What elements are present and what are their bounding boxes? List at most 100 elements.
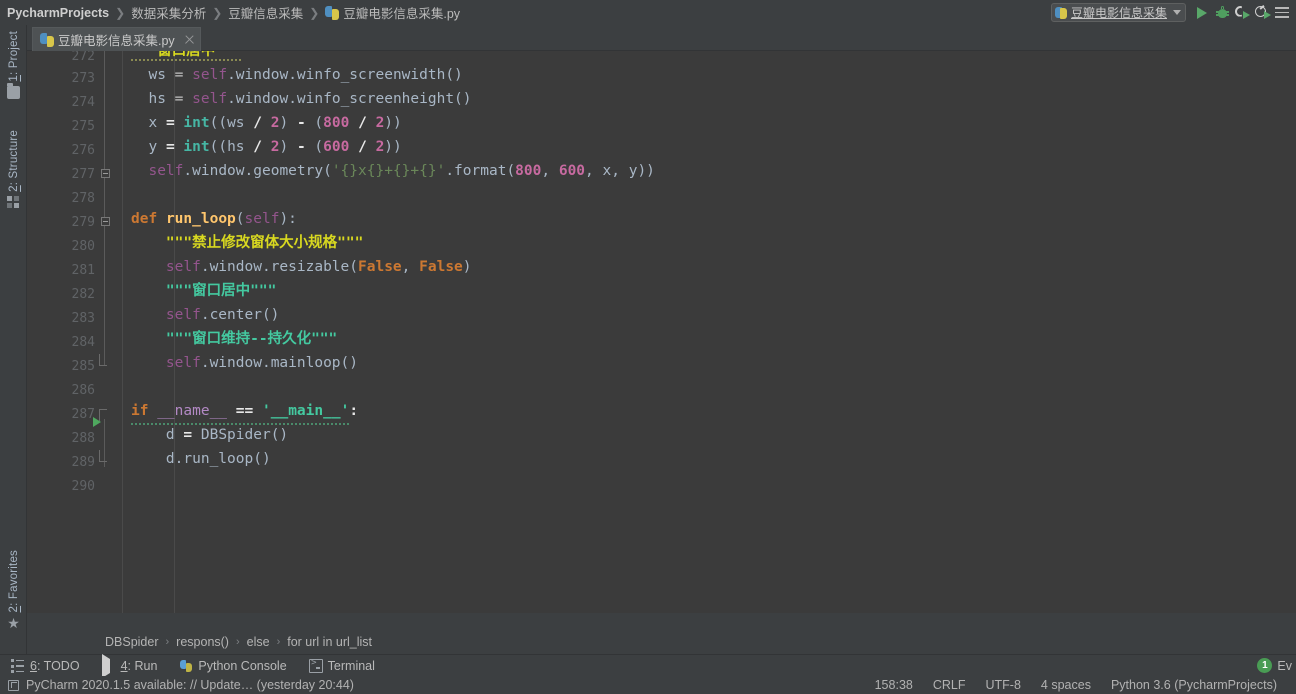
- tool-window-run-label: 4: Run: [120, 658, 158, 673]
- line-number: 279: [71, 215, 95, 230]
- event-log-badge: 1: [1257, 658, 1273, 673]
- breadcrumb-separator: ❯: [115, 5, 126, 20]
- code-token-method-call: d.run_loop(): [165, 451, 271, 467]
- tool-window-todo[interactable]: 6: TODO: [0, 655, 91, 677]
- breadcrumb-item-project-root[interactable]: PycharmProjects: [7, 6, 109, 20]
- code-line-285: self.window.mainloop(): [165, 355, 359, 371]
- widget-toggle-icon[interactable]: [8, 679, 19, 691]
- gutter-separator: [122, 51, 123, 613]
- line-number: 286: [71, 383, 95, 398]
- code-token-method: winfo_screenheight(): [296, 91, 472, 107]
- code-line-273: ws = self.window.winfo_screenwidth(): [148, 67, 463, 83]
- editor-gutter[interactable]: 272 273 274 275 276 277 278 279 280 281 …: [27, 51, 110, 613]
- close-icon[interactable]: [183, 33, 196, 46]
- pycharm-window: PycharmProjects ❯ 数据采集分析 ❯ 豆瓣信息采集 ❯ 豆瓣电影…: [0, 0, 1296, 694]
- sidebar-item-favorites-label: 2: Favorites: [7, 550, 20, 613]
- breadcrumb-separator: ›: [235, 635, 240, 648]
- line-number: 283: [71, 311, 95, 326]
- code-editor[interactable]: 272 273 274 275 276 277 278 279 280 281 …: [27, 51, 1296, 613]
- status-bar-message-area[interactable]: PyCharm 2020.1.5 available: // Update… (…: [0, 678, 354, 692]
- code-token-var: hs: [148, 91, 166, 107]
- status-bar: PyCharm 2020.1.5 available: // Update… (…: [0, 676, 1296, 694]
- sidebar-item-structure[interactable]: 2: Structure: [0, 130, 27, 213]
- breadcrumb-item-file[interactable]: 豆瓣电影信息采集.py: [325, 3, 460, 22]
- code-token-self: self: [192, 91, 228, 107]
- code-token-self: self: [148, 163, 184, 179]
- line-number: 284: [71, 335, 95, 350]
- breadcrumb-else[interactable]: else: [247, 635, 270, 649]
- run-with-coverage-button[interactable]: [1252, 3, 1272, 23]
- code-content[interactable]: """窗口居中""" ws = self.window.winfo_screen…: [131, 51, 1296, 613]
- code-token-number: 800: [323, 115, 350, 131]
- status-file-encoding[interactable]: UTF-8: [976, 678, 1031, 692]
- code-token-attr: window: [192, 163, 245, 179]
- sidebar-item-favorites[interactable]: 2: Favorites ★: [0, 550, 27, 634]
- code-token-method: geometry: [253, 163, 324, 179]
- fold-collapse-marker[interactable]: [98, 161, 112, 185]
- code-token-self: self: [165, 259, 201, 275]
- code-token-self: self: [244, 211, 280, 227]
- tool-window-run[interactable]: 4: Run: [91, 653, 169, 678]
- tool-window-python-console[interactable]: Python Console: [168, 655, 297, 677]
- run-triangle-icon: [101, 653, 116, 678]
- code-token-constant: False: [358, 259, 402, 275]
- line-number: 290: [71, 479, 95, 494]
- chevron-down-icon[interactable]: [1173, 10, 1181, 15]
- code-token-colon: :: [349, 403, 359, 419]
- code-token-var: hs: [227, 139, 245, 155]
- status-indent[interactable]: 4 spaces: [1031, 678, 1101, 692]
- tool-window-todo-label: 6: TODO: [30, 658, 80, 673]
- run-configuration-selector[interactable]: 豆瓣电影信息采集: [1050, 3, 1186, 22]
- code-line-277: self.window.geometry('{}x{}+{}+{}'.forma…: [148, 163, 655, 179]
- code-token-var: d: [165, 427, 175, 443]
- code-token-attr: window: [235, 91, 289, 107]
- gutter-run-icon[interactable]: [93, 417, 101, 427]
- status-interpreter[interactable]: Python 3.6 (PycharmProjects): [1101, 678, 1287, 692]
- breadcrumb-loop[interactable]: for url in url_list: [287, 635, 372, 649]
- breadcrumb-separator: ›: [165, 635, 170, 648]
- breadcrumb-item-folder-2[interactable]: 豆瓣信息采集: [228, 3, 303, 22]
- code-token-builtin: int: [183, 115, 210, 131]
- breadcrumb-method[interactable]: respons(): [176, 635, 229, 649]
- code-token-keyword-def: def: [131, 211, 158, 227]
- line-number: 276: [71, 143, 95, 158]
- breadcrumb-item-file-label: 豆瓣电影信息采集.py: [343, 7, 461, 21]
- code-token-var: x: [602, 163, 612, 179]
- structure-grid-icon: [7, 195, 20, 209]
- editor-tab[interactable]: 豆瓣电影信息采集.py: [32, 27, 201, 51]
- code-token-number: 600: [323, 139, 350, 155]
- code-token-number: 2: [375, 115, 385, 131]
- code-token-var: y: [148, 139, 158, 155]
- coverage-run-icon: [1254, 4, 1271, 20]
- status-caret-position[interactable]: 158:38: [865, 678, 923, 692]
- fold-collapse-marker[interactable]: [98, 209, 112, 233]
- run-button[interactable]: [1192, 3, 1212, 23]
- code-token-builtin: int: [183, 139, 210, 155]
- code-token-method: center(): [209, 307, 280, 323]
- breadcrumb-class[interactable]: DBSpider: [105, 635, 159, 649]
- code-token-format-call: .format: [445, 163, 507, 179]
- code-token-operator: =: [183, 427, 193, 443]
- run-triangle-icon: [1197, 6, 1207, 19]
- code-token-self: self: [165, 355, 201, 371]
- tool-window-bar: 6: TODO 4: Run Python Console Terminal 1…: [0, 653, 1296, 678]
- code-token-method: mainloop(): [270, 355, 359, 371]
- toolbar-actions: 豆瓣电影信息采集: [1050, 0, 1296, 25]
- breadcrumb-item-folder-1[interactable]: 数据采集分析: [131, 3, 206, 22]
- breadcrumb-separator: ❯: [309, 5, 320, 20]
- line-number: 285: [71, 359, 95, 374]
- run-with-profiler-button[interactable]: [1232, 3, 1252, 23]
- code-token-dunder-name: __name__: [157, 403, 228, 419]
- event-log-label: Ev: [1277, 658, 1292, 673]
- fold-end-bracket-icon: [99, 450, 107, 462]
- main-menu-button[interactable]: [1272, 3, 1292, 23]
- sidebar-item-project[interactable]: 1: Project: [0, 31, 27, 103]
- line-number: 278: [71, 191, 95, 206]
- status-line-separator[interactable]: CRLF: [923, 678, 976, 692]
- line-number: 282: [71, 287, 95, 302]
- event-log-button[interactable]: 1 Ev: [1257, 658, 1296, 673]
- tool-window-terminal[interactable]: Terminal: [298, 655, 386, 677]
- debug-button[interactable]: [1212, 3, 1232, 23]
- terminal-icon: [308, 658, 323, 673]
- status-bar-message[interactable]: PyCharm 2020.1.5 available: // Update… (…: [26, 678, 354, 692]
